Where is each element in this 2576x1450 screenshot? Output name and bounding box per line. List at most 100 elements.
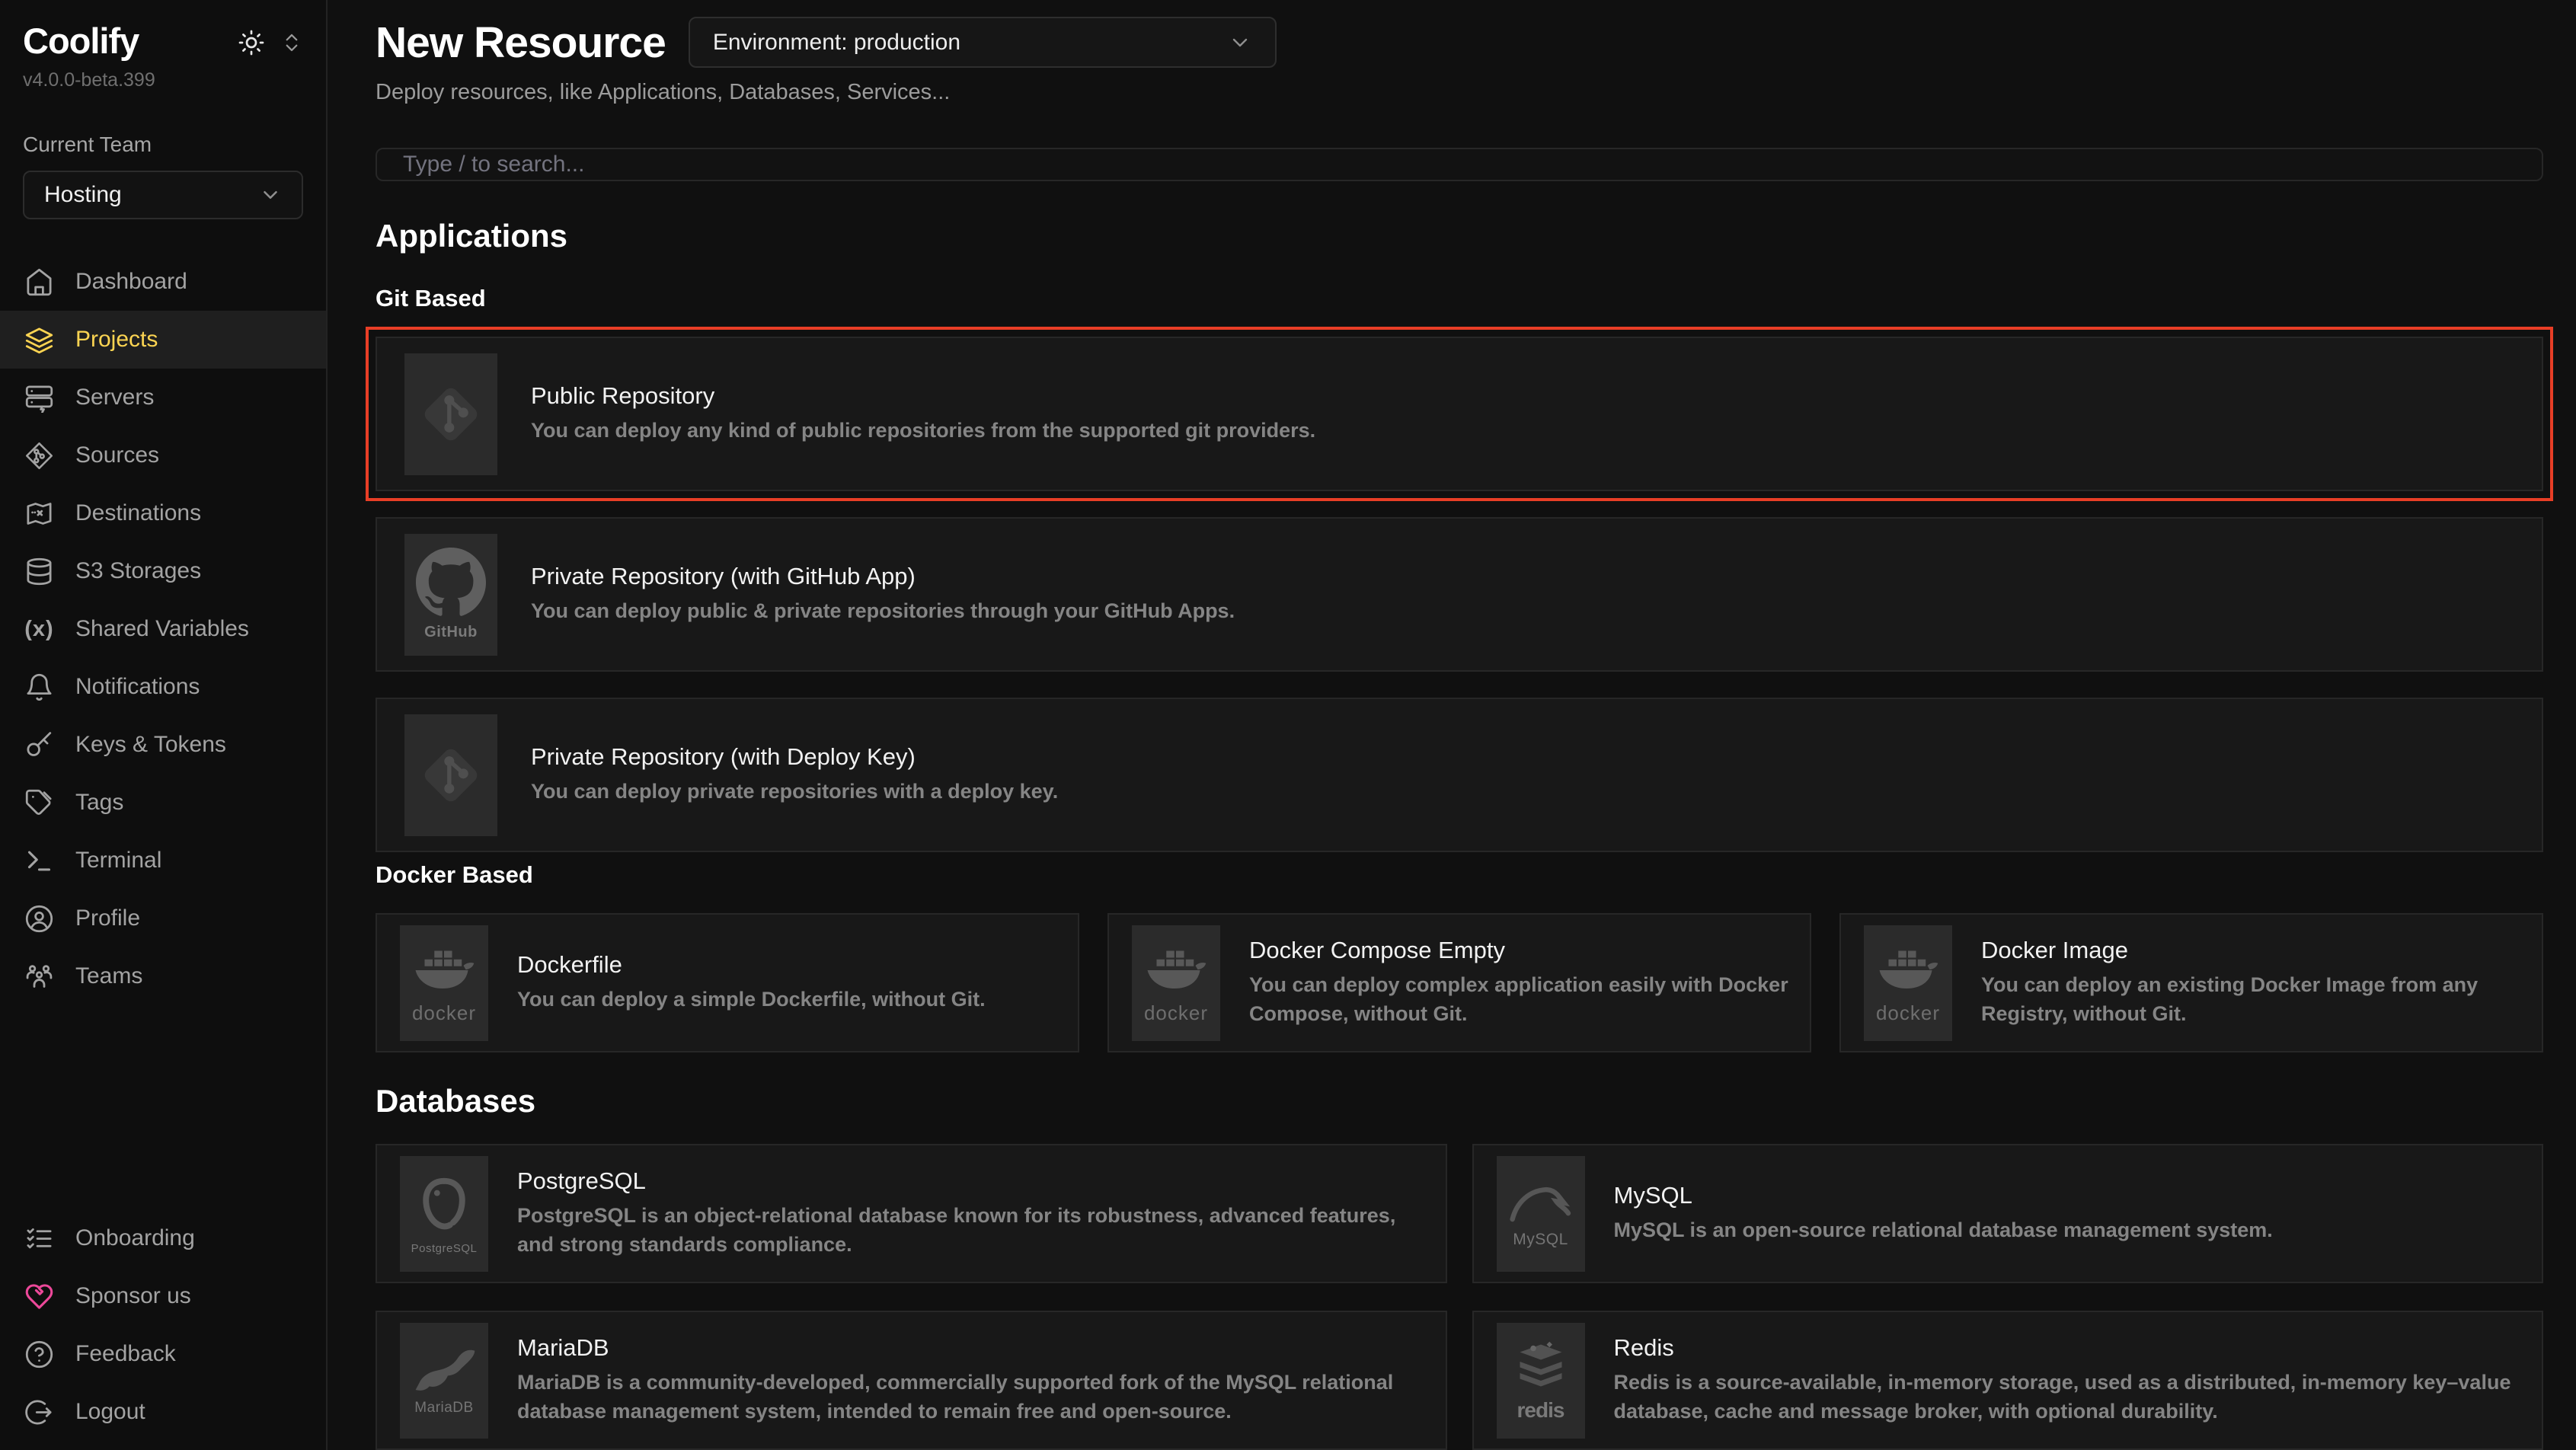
card-mariadb[interactable]: MariaDB MariaDB MariaDB is a community-d… <box>376 1311 1447 1450</box>
redis-icon: redis <box>1497 1323 1585 1439</box>
sidebar-item-sources[interactable]: Sources <box>0 426 326 484</box>
sidebar-item-onboarding[interactable]: Onboarding <box>0 1209 326 1267</box>
search-input[interactable] <box>376 148 2543 181</box>
docker-logo-label: docker <box>412 1001 476 1025</box>
sidebar-item-label: Profile <box>75 905 140 931</box>
sidebar-item-servers[interactable]: Servers <box>0 369 326 426</box>
card-description: You can deploy a simple Dockerfile, with… <box>517 985 986 1014</box>
mysql-logo-label: MySQL <box>1513 1231 1568 1249</box>
page-subtitle: Deploy resources, like Applications, Dat… <box>376 80 2543 105</box>
redis-logo-label: redis <box>1517 1398 1564 1423</box>
sidebar-item-label: Keys & Tokens <box>75 732 226 758</box>
git-based-heading: Git Based <box>376 285 2543 312</box>
database-icon <box>24 557 54 586</box>
sidebar-item-label: Projects <box>75 327 158 353</box>
sidebar-item-projects[interactable]: Projects <box>0 311 326 369</box>
page-header: New Resource Environment: production <box>376 17 2543 68</box>
users-icon <box>24 962 54 992</box>
environment-select-value: Environment: production <box>713 30 960 56</box>
page-title: New Resource <box>376 18 666 68</box>
docker-icon: docker <box>1864 925 1952 1041</box>
card-private-repository-deploy-key[interactable]: Private Repository (with Deploy Key) You… <box>376 698 2543 852</box>
card-title: Docker Image <box>1981 937 2523 964</box>
chevron-down-icon <box>1228 30 1252 55</box>
sidebar-item-tags[interactable]: Tags <box>0 774 326 832</box>
sidebar-item-label: Sources <box>75 442 159 468</box>
sidebar-item-dashboard[interactable]: Dashboard <box>0 253 326 311</box>
sidebar-item-keys-tokens[interactable]: Keys & Tokens <box>0 716 326 774</box>
docker-card-grid: docker Dockerfile You can deploy a simpl… <box>376 913 2543 1052</box>
map-icon <box>24 499 54 529</box>
card-docker-compose-empty[interactable]: docker Docker Compose Empty You can depl… <box>1107 913 1811 1052</box>
user-circle-icon <box>24 904 54 934</box>
card-title: Dockerfile <box>517 951 986 979</box>
chevrons-up-down-icon[interactable] <box>280 31 303 54</box>
sidebar-item-label: Destinations <box>75 500 201 526</box>
sidebar-item-feedback[interactable]: Feedback <box>0 1325 326 1383</box>
sidebar-item-label: Teams <box>75 963 142 989</box>
docker-icon: docker <box>400 925 488 1041</box>
sidebar-item-label: Onboarding <box>75 1225 195 1251</box>
sidebar-item-logout[interactable]: Logout <box>0 1383 326 1441</box>
sidebar-item-terminal[interactable]: Terminal <box>0 832 326 889</box>
card-description: You can deploy public & private reposito… <box>531 597 1235 626</box>
card-description: You can deploy an existing Docker Image … <box>1981 971 2523 1029</box>
card-dockerfile[interactable]: docker Dockerfile You can deploy a simpl… <box>376 913 1079 1052</box>
main-content: New Resource Environment: production Dep… <box>328 0 2576 1450</box>
app-version: v4.0.0-beta.399 <box>23 69 303 91</box>
sidebar: Coolify v4.0.0-beta.399 Current Team Hos… <box>0 0 328 1450</box>
key-icon <box>24 730 54 760</box>
card-title: Private Repository (with GitHub App) <box>531 563 1235 590</box>
environment-select[interactable]: Environment: production <box>689 17 1277 68</box>
bell-icon <box>24 672 54 702</box>
sidebar-item-teams[interactable]: Teams <box>0 947 326 1005</box>
sidebar-item-notifications[interactable]: Notifications <box>0 658 326 716</box>
help-circle-icon <box>24 1340 54 1369</box>
card-title: Docker Compose Empty <box>1249 937 1791 964</box>
sidebar-item-s3-storages[interactable]: S3 Storages <box>0 542 326 600</box>
sidebar-footer-nav: Onboarding Sponsor us Feedback Logout <box>0 1209 326 1441</box>
theme-toggle-sun-icon[interactable] <box>238 29 265 56</box>
sidebar-item-shared-variables[interactable]: (x) Shared Variables <box>0 600 326 658</box>
sidebar-item-label: Dashboard <box>75 269 187 295</box>
tag-icon <box>24 788 54 818</box>
team-select[interactable]: Hosting <box>23 171 303 219</box>
chevron-down-icon <box>259 184 282 206</box>
card-description: You can deploy complex application easil… <box>1249 971 1791 1029</box>
heart-hands-icon <box>24 1282 54 1311</box>
variables-icon: (x) <box>24 617 54 642</box>
sidebar-item-sponsor-us[interactable]: Sponsor us <box>0 1267 326 1325</box>
terminal-icon <box>24 846 54 876</box>
sidebar-item-destinations[interactable]: Destinations <box>0 484 326 542</box>
github-logo-label: GitHub <box>424 624 478 641</box>
card-title: Redis <box>1614 1334 2524 1362</box>
card-description: You can deploy any kind of public reposi… <box>531 417 1315 446</box>
card-title: Private Repository (with Deploy Key) <box>531 743 1058 771</box>
card-postgresql[interactable]: PostgreSQL PostgreSQL PostgreSQL is an o… <box>376 1144 1447 1283</box>
sidebar-nav: Dashboard Projects Servers Sources Desti… <box>0 253 326 1005</box>
card-description: PostgreSQL is an object-relational datab… <box>517 1202 1427 1260</box>
sidebar-item-label: Servers <box>75 385 154 410</box>
card-title: PostgreSQL <box>517 1167 1427 1195</box>
current-team-label: Current Team <box>23 133 303 157</box>
card-docker-image[interactable]: docker Docker Image You can deploy an ex… <box>1839 913 2543 1052</box>
app-logo: Coolify <box>23 20 139 62</box>
card-redis[interactable]: redis Redis Redis is a source-available,… <box>1472 1311 2544 1450</box>
sidebar-item-label: Logout <box>75 1399 145 1425</box>
card-description: MariaDB is a community-developed, commer… <box>517 1369 1427 1426</box>
git-card-list: Public Repository You can deploy any kin… <box>376 337 2543 852</box>
sidebar-item-label: Terminal <box>75 848 161 874</box>
card-mysql[interactable]: MySQL MySQL MySQL is an open-source rela… <box>1472 1144 2544 1283</box>
docker-logo-label: docker <box>1876 1001 1940 1025</box>
postgresql-icon: PostgreSQL <box>400 1156 488 1272</box>
docker-based-heading: Docker Based <box>376 861 2543 889</box>
sidebar-item-profile[interactable]: Profile <box>0 889 326 947</box>
logout-icon <box>24 1397 54 1427</box>
card-private-repository-github-app[interactable]: GitHub Private Repository (with GitHub A… <box>376 517 2543 672</box>
card-title: MySQL <box>1614 1182 2273 1209</box>
sidebar-item-label: Shared Variables <box>75 616 249 642</box>
git-source-icon <box>24 441 54 471</box>
card-public-repository[interactable]: Public Repository You can deploy any kin… <box>376 337 2543 491</box>
sidebar-item-label: Notifications <box>75 674 200 700</box>
mariadb-logo-label: MariaDB <box>414 1400 473 1416</box>
